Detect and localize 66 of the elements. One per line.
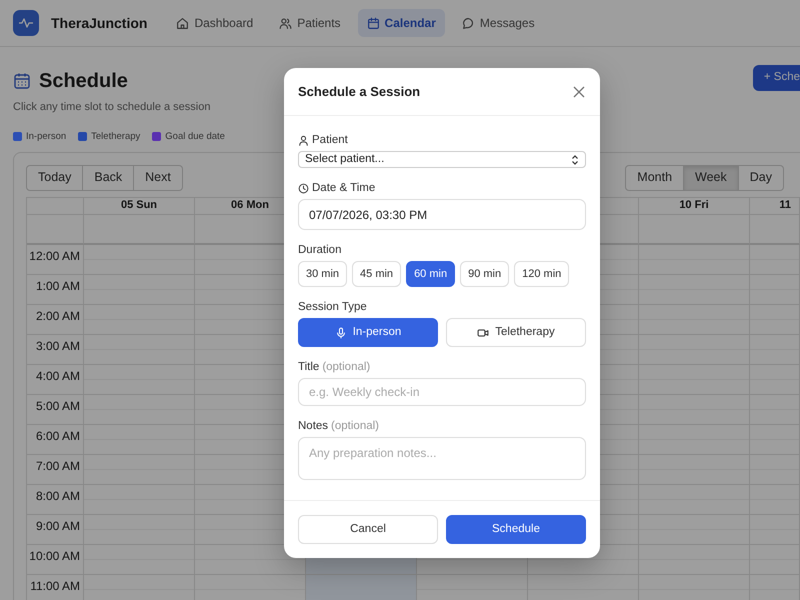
optional-hint: (optional) [322,360,370,374]
app-name: TheraJunction [51,14,148,32]
field-label: Session Type [298,300,367,314]
calendar-icon [13,72,31,90]
nav-tab[interactable]: Messages [452,9,544,37]
page-subtitle: Click any time slot to schedule a session [13,100,210,115]
chevron-updown-icon [571,154,579,164]
field-label: Notes [298,419,328,433]
video-camera-icon [477,326,490,338]
field-label: Patient [312,133,348,147]
view-button[interactable]: Day [738,164,784,191]
datetime-field[interactable]: 07/07/2026, 03:30 PM [298,199,586,230]
nav-tab[interactable]: Calendar [358,9,445,37]
day-header: 11 [779,198,791,211]
calendar-icon [366,16,380,30]
legend-label: Goal due date [165,130,225,144]
house-icon [176,16,190,30]
time-label: 1:00 AM [36,278,80,293]
clock-icon [298,182,309,194]
session-type-option[interactable]: Teletherapy [446,318,586,347]
time-label: 9:00 AM [36,518,80,533]
page-title: Schedule [39,69,128,93]
notes-field[interactable]: Any preparation notes... [298,437,586,480]
legend-label: Teletherapy [91,130,140,144]
duration-option[interactable]: 120 min [514,261,570,287]
schedule-confirm-button[interactable]: Schedule [446,515,586,544]
new-session-button[interactable]: + Sche [752,65,800,91]
field-label: Date & Time [312,181,376,195]
nav-button[interactable]: Back [83,164,134,191]
time-label: 4:00 AM [36,368,80,383]
legend-label: In-person [26,130,66,144]
time-label: 3:00 AM [36,338,80,353]
people-icon [279,16,292,30]
time-label: 11:00 AM [30,578,80,593]
person-icon [298,134,309,146]
time-label: 5:00 AM [36,398,80,413]
duration-option[interactable]: 30 min [298,261,348,287]
close-button[interactable] [572,84,586,98]
nav-tab[interactable]: Dashboard [167,9,262,37]
nav-button[interactable]: Today [26,164,84,191]
field-label: Duration [298,243,342,257]
time-label: 7:00 AM [36,458,80,473]
duration-option[interactable]: 90 min [460,261,510,287]
time-label: 12:00 AM [29,248,80,263]
session-type-option[interactable]: In-person [298,318,438,347]
field-label: Title [298,360,320,374]
cancel-button[interactable]: Cancel [298,515,438,544]
duration-option[interactable]: 45 min [352,261,402,287]
nav-button[interactable]: Next [134,164,183,191]
view-button[interactable]: Month [625,164,684,191]
time-label: 2:00 AM [36,308,80,323]
duration-option[interactable]: 60 min [406,261,456,287]
day-header: 05 Sun [120,198,158,211]
patient-select[interactable]: Select patient... [298,151,586,168]
nav-tab[interactable]: Patients [270,9,350,37]
day-header: 06 Mon [231,198,269,211]
optional-hint: (optional) [331,419,379,433]
time-label: 10:00 AM [29,548,80,563]
title-field[interactable]: e.g. Weekly check-in [298,378,586,406]
day-header: 10 Fri [679,198,709,211]
time-label: 8:00 AM [36,488,80,503]
time-label: 6:00 AM [36,428,80,443]
microphone-icon [334,326,347,338]
view-button[interactable]: Week [684,164,739,191]
speech-bubble-icon [462,16,475,30]
dialog-title: Schedule a Session [298,82,420,101]
